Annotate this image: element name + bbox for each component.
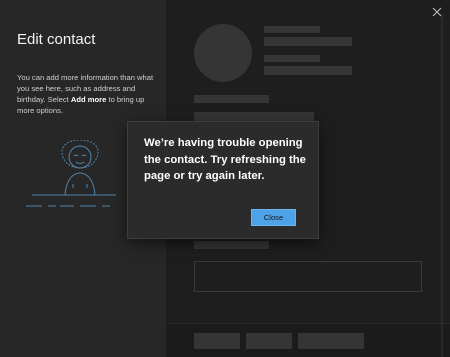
scrollbar-track [441,14,443,357]
name-skeleton-2 [264,37,352,46]
close-button[interactable]: Close [251,209,296,226]
panel-description: You can add more information than what y… [17,72,157,116]
close-icon[interactable] [430,5,444,19]
name-skeleton-3 [264,55,320,62]
person-illustration-icon [26,140,116,207]
field-label-skeleton [194,95,269,103]
name-skeleton-4 [264,66,352,75]
name-skeleton-1 [264,26,320,33]
contact-photo-placeholder [194,24,252,82]
notes-field-placeholder [194,261,422,292]
field-label-skeleton-lower [194,241,269,249]
save-button-placeholder [194,333,240,349]
description-bold-text: Add more [70,95,107,104]
field-skeleton [194,112,314,121]
error-dialog: We’re having trouble opening the contact… [127,121,319,239]
panel-title: Edit contact [17,31,96,48]
error-message: We’re having trouble opening the contact… [144,137,306,182]
discard-button-placeholder [246,333,292,349]
more-button-placeholder [298,333,364,349]
